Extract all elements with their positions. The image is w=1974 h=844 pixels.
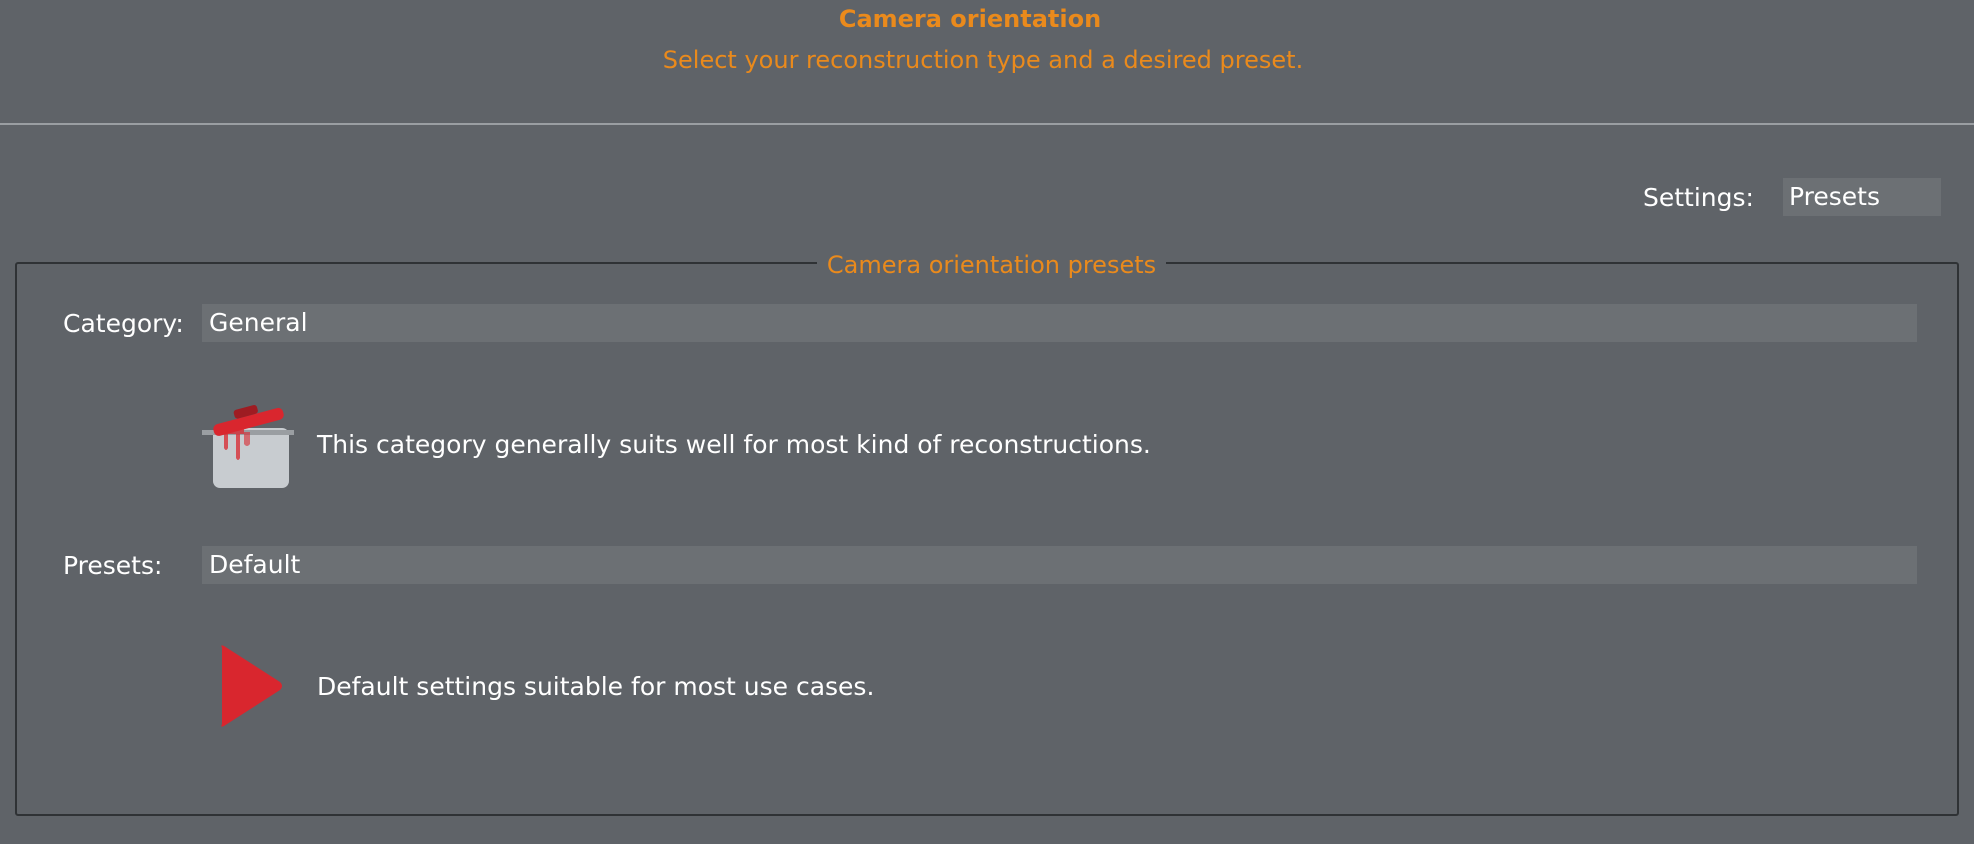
cooking-pot-icon [202,405,294,488]
settings-label: Settings: [1643,183,1754,212]
settings-dropdown[interactable]: Presets [1783,178,1941,216]
presets-dropdown[interactable]: Default [202,546,1917,584]
presets-description: Default settings suitable for most use c… [317,672,875,701]
category-description: This category generally suits well for m… [317,430,1151,459]
presets-label: Presets: [63,551,163,580]
play-triangle-icon [221,645,282,727]
page-subtitle: Select your reconstruction type and a de… [662,46,1304,74]
category-label: Category: [63,309,184,338]
presets-group-box [15,262,1959,816]
category-dropdown[interactable]: General [202,304,1917,342]
page-title: Camera orientation [838,5,1102,33]
dialog-header: Camera orientation Select your reconstru… [0,0,1974,125]
